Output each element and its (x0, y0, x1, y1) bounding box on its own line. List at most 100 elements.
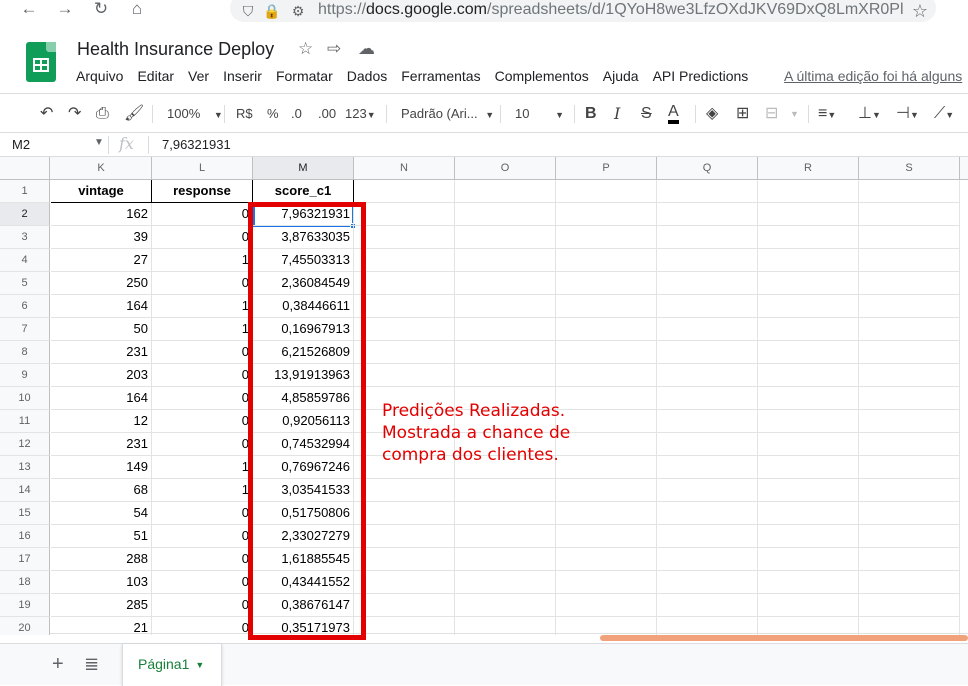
undo-icon[interactable]: ↶ (40, 104, 53, 124)
cell-p16[interactable] (556, 525, 657, 548)
bold-button[interactable]: B (585, 104, 597, 124)
cell-s16[interactable] (859, 525, 960, 548)
cell-m4[interactable]: 7,45503313 (253, 249, 354, 272)
menu-editar[interactable]: Editar (137, 68, 174, 88)
cell-m3[interactable]: 3,87633035 (253, 226, 354, 249)
permissions-icon[interactable]: ⚙ (288, 0, 308, 22)
horizontal-align-icon[interactable]: ≡▼ (818, 104, 836, 124)
cell-l14[interactable]: 1 (152, 479, 253, 502)
cell-m9[interactable]: 13,91913963 (253, 364, 354, 387)
cell-m10[interactable]: 4,85859786 (253, 387, 354, 410)
cell-q1[interactable] (657, 180, 758, 203)
chevron-down-icon[interactable]: ▼ (94, 137, 104, 148)
cell-q19[interactable] (657, 594, 758, 617)
cell-k4[interactable]: 27 (51, 249, 152, 272)
add-sheet-icon[interactable]: + (52, 654, 64, 674)
cell-s3[interactable] (859, 226, 960, 249)
cell-k2[interactable]: 162 (51, 203, 152, 226)
cell-k7[interactable]: 50 (51, 318, 152, 341)
star-icon[interactable]: ☆ (298, 39, 313, 59)
row-header[interactable]: 10 (0, 387, 50, 410)
print-icon[interactable]: ⎙ (96, 104, 109, 124)
cell-s1[interactable] (859, 180, 960, 203)
menu-ferramentas[interactable]: Ferramentas (401, 68, 480, 88)
cell-s2[interactable] (859, 203, 960, 226)
all-sheets-icon[interactable]: ≣ (84, 654, 99, 674)
cell-o5[interactable] (455, 272, 556, 295)
cell-q13[interactable] (657, 456, 758, 479)
cell-p17[interactable] (556, 548, 657, 571)
cell-l7[interactable]: 1 (152, 318, 253, 341)
select-all-corner[interactable] (0, 157, 50, 179)
cell-q16[interactable] (657, 525, 758, 548)
horizontal-scrollbar[interactable] (600, 635, 968, 641)
cell-s13[interactable] (859, 456, 960, 479)
column-header-l[interactable]: L (152, 157, 253, 179)
row-header[interactable]: 7 (0, 318, 50, 341)
cell-n15[interactable] (354, 502, 455, 525)
cell-q9[interactable] (657, 364, 758, 387)
cell-o19[interactable] (455, 594, 556, 617)
cell-l12[interactable]: 0 (152, 433, 253, 456)
cell-m6[interactable]: 0,38446611 (253, 295, 354, 318)
cell-o3[interactable] (455, 226, 556, 249)
cell-r3[interactable] (758, 226, 859, 249)
cell-q12[interactable] (657, 433, 758, 456)
cell-s4[interactable] (859, 249, 960, 272)
cell-k14[interactable]: 68 (51, 479, 152, 502)
reload-icon[interactable]: ↻ (90, 0, 112, 20)
cell-p5[interactable] (556, 272, 657, 295)
cell-p14[interactable] (556, 479, 657, 502)
cell-m8[interactable]: 6,21526809 (253, 341, 354, 364)
cell-q6[interactable] (657, 295, 758, 318)
url-text[interactable]: https://docs.google.com/spreadsheets/d/1… (318, 0, 908, 20)
cell-n19[interactable] (354, 594, 455, 617)
cell-r12[interactable] (758, 433, 859, 456)
row-header[interactable]: 3 (0, 226, 50, 249)
row-header[interactable]: 9 (0, 364, 50, 387)
cell-n14[interactable] (354, 479, 455, 502)
row-header[interactable]: 4 (0, 249, 50, 272)
cell-q7[interactable] (657, 318, 758, 341)
font-family-select[interactable]: Padrão (Ari... ▼ (401, 104, 494, 124)
cell-m16[interactable]: 2,33027279 (253, 525, 354, 548)
cell-m17[interactable]: 1,61885545 (253, 548, 354, 571)
cell-r17[interactable] (758, 548, 859, 571)
text-wrap-icon[interactable]: ⊣▼ (896, 104, 919, 124)
column-header-m[interactable]: M (253, 157, 354, 179)
menu-inserir[interactable]: Inserir (223, 68, 262, 88)
cell-n3[interactable] (354, 226, 455, 249)
cell-q15[interactable] (657, 502, 758, 525)
cell-p18[interactable] (556, 571, 657, 594)
cell-p6[interactable] (556, 295, 657, 318)
chevron-down-icon[interactable]: ▼ (790, 104, 799, 124)
column-header-p[interactable]: P (556, 157, 657, 179)
cell-n7[interactable] (354, 318, 455, 341)
cell-o18[interactable] (455, 571, 556, 594)
cell-p19[interactable] (556, 594, 657, 617)
cell-m1[interactable]: score_c1 (253, 180, 354, 203)
cell-r14[interactable] (758, 479, 859, 502)
font-size-select[interactable]: 10 ▼ (515, 104, 564, 124)
cell-r9[interactable] (758, 364, 859, 387)
cell-q5[interactable] (657, 272, 758, 295)
back-icon[interactable]: ← (18, 0, 40, 20)
cell-r8[interactable] (758, 341, 859, 364)
cell-n18[interactable] (354, 571, 455, 594)
merge-cells-icon[interactable]: ⊟ (765, 104, 778, 124)
cell-r5[interactable] (758, 272, 859, 295)
cell-m15[interactable]: 0,51750806 (253, 502, 354, 525)
cell-k8[interactable]: 231 (51, 341, 152, 364)
cell-o4[interactable] (455, 249, 556, 272)
document-title[interactable]: Health Insurance Deploy (77, 39, 274, 60)
cell-l15[interactable]: 0 (152, 502, 253, 525)
cell-m14[interactable]: 3,03541533 (253, 479, 354, 502)
row-header[interactable]: 11 (0, 410, 50, 433)
cell-s11[interactable] (859, 410, 960, 433)
cell-p7[interactable] (556, 318, 657, 341)
cell-r15[interactable] (758, 502, 859, 525)
cell-k19[interactable]: 285 (51, 594, 152, 617)
text-rotation-icon[interactable]: ⟋▼ (934, 104, 954, 124)
cell-r2[interactable] (758, 203, 859, 226)
cell-o16[interactable] (455, 525, 556, 548)
